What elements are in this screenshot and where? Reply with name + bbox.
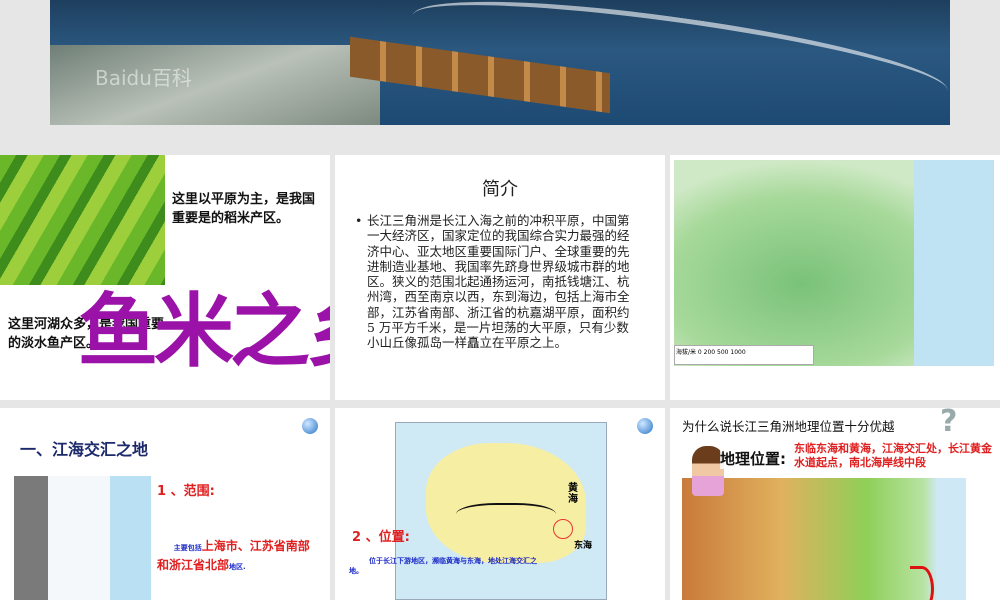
slide-rice-fish[interactable]: 这里以平原为主，是我国重要是的稻米产区。 这里河湖众多，是我国重要的淡水鱼产区。… <box>0 155 330 400</box>
position-text: 位于长江下游地区，濒临黄海与东海，地处江海交汇之地。 <box>349 557 537 575</box>
slide-intro[interactable]: 简介 长江三角洲是长江入海之前的冲积平原，中国第一大经济区，国家定位的我国综合实… <box>335 155 665 400</box>
geo-text: 东临东海和黄海，江海交汇处，长江黄金水道起点，南北海岸线中段 <box>794 442 992 469</box>
geo-label: 地理位置: <box>720 448 786 469</box>
section-heading: 一、江海交汇之地 <box>20 440 149 459</box>
slide-harbor-photo[interactable]: Baidu百科 <box>50 0 950 125</box>
wordart-title: 鱼米之乡 <box>78 284 330 378</box>
yangtze-river <box>456 503 556 531</box>
scope-post: 地区. <box>229 563 246 571</box>
globe-icon <box>637 418 653 434</box>
scope-text: 主要包括上海市、江苏省南部和浙江省北部地区. <box>157 538 317 576</box>
slide-scope[interactable]: 一、江海交汇之地 1 、范围: 主要包括上海市、江苏省南部和浙江省北部地区. <box>0 408 330 600</box>
slide-delta-map[interactable]: 海拔/米 0 200 500 1000 <box>670 155 1000 400</box>
delta-circle <box>553 519 573 539</box>
plain-text: 这里以平原为主，是我国重要是的稻米产区。 <box>172 192 316 226</box>
question-mark-icon: ? <box>940 408 958 439</box>
map-legend: 海拔/米 0 200 500 1000 <box>674 345 814 365</box>
position-label: 2 、位置: <box>352 530 410 545</box>
east-sea-label: 东海 <box>574 541 593 551</box>
intro-body: 长江三角洲是长江入海之前的冲积平原，中国第一大经济区，国家定位的我国综合实力最强… <box>355 213 635 351</box>
terrain-map <box>682 478 966 600</box>
intro-title: 简介 <box>482 179 518 200</box>
watermark: Baidu百科 <box>95 66 192 90</box>
why-question: 为什么说长江三角洲地理位置十分优越 <box>682 419 895 434</box>
sea-area <box>914 160 994 366</box>
globe-icon <box>302 418 318 434</box>
delta-relief-map <box>674 160 994 366</box>
scope-pre: 主要包括 <box>173 544 202 552</box>
rice-field-photo <box>0 155 165 285</box>
yellow-sea-label: 黄海 <box>568 483 578 505</box>
slide-position[interactable]: 黄海 东海 2 、位置: 位于长江下游地区，濒临黄海与东海，地处江海交汇之地。 <box>335 408 665 600</box>
slide-why[interactable]: 为什么说长江三角洲地理位置十分优越 ? 地理位置: 东临东海和黄海，江海交汇处，… <box>670 408 1000 600</box>
scope-label: 1 、范围: <box>157 484 215 499</box>
delta-boundary-line <box>910 566 934 600</box>
delta-outline-map <box>14 476 151 600</box>
